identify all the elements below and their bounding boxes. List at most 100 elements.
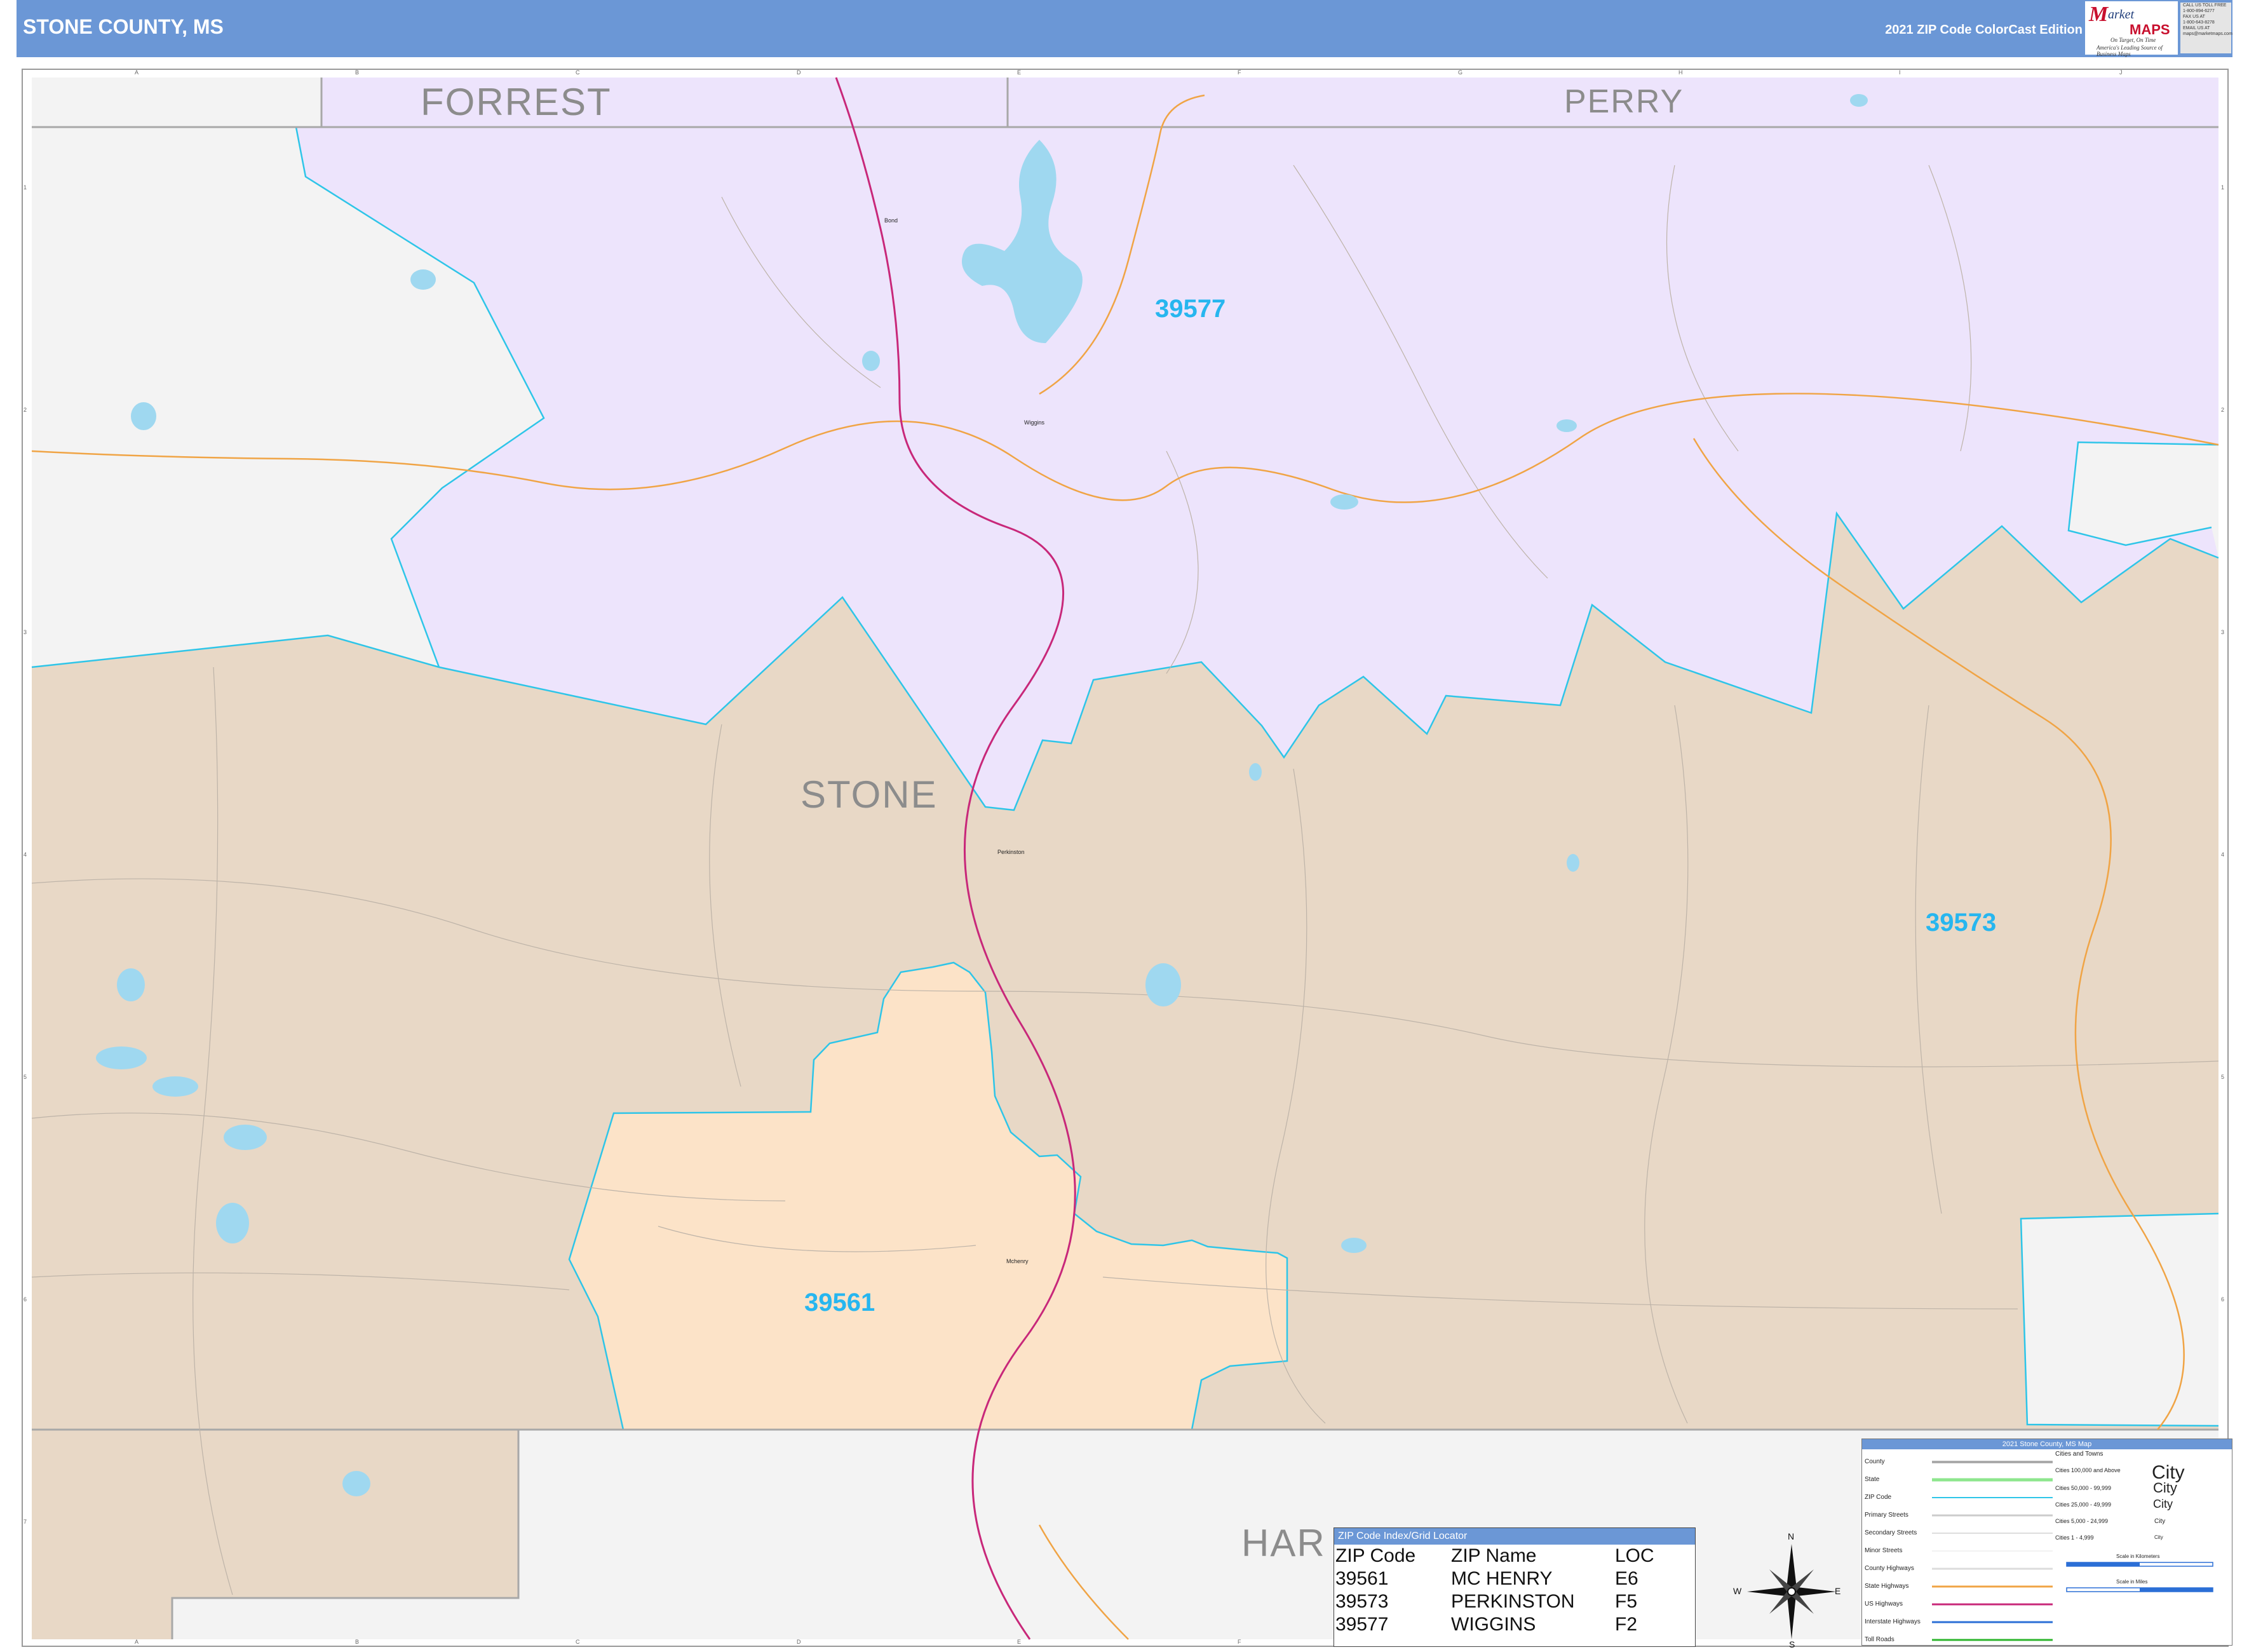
grid-letter: A xyxy=(135,69,139,76)
grid-letter: A xyxy=(135,1639,139,1645)
legend-title: 2021 Stone County, MS Map xyxy=(1862,1439,2232,1449)
table-cell: PERKINSTON xyxy=(1451,1591,1575,1612)
header-bar: STONE COUNTY, MS 2021 ZIP Code ColorCast… xyxy=(17,0,2232,57)
county-label-perry: PERRY xyxy=(1564,83,1684,120)
grid-number: 4 xyxy=(2221,851,2225,858)
contact-line: 1-800-643-8278 xyxy=(2183,20,2215,25)
compass-north: N xyxy=(1788,1531,1795,1541)
legend-city-class: Cities 1 - 4,999 xyxy=(2055,1534,2094,1541)
zip-label-39577: 39577 xyxy=(1155,295,1226,323)
grid-number: 5 xyxy=(2221,1074,2225,1080)
logo-tagline: On Target, On Time xyxy=(2110,37,2156,43)
edition-label: 2021 ZIP Code ColorCast Edition xyxy=(1885,23,2083,37)
legend-item: State Highways xyxy=(1865,1583,1909,1590)
table-cell: F5 xyxy=(1615,1591,1638,1612)
grid-letter: G xyxy=(1458,69,1463,76)
zip-index-grid: ZIP Code ZIP Name LOC 39561 MC HENRY E6 … xyxy=(1335,1545,1658,1636)
legend-cities-title: Cities and Towns xyxy=(2055,1451,2104,1458)
column-header: ZIP Name xyxy=(1451,1545,1537,1566)
column-header: ZIP Code xyxy=(1335,1545,1416,1566)
table-row: 39577 WIGGINS F2 xyxy=(1335,1613,1658,1636)
zip-label-39573: 39573 xyxy=(1926,909,1997,937)
legend-symbols xyxy=(1932,1461,2053,1641)
table-header-row: ZIP Code ZIP Name LOC xyxy=(1335,1545,1658,1567)
county-label-stone: STONE xyxy=(800,773,938,816)
map-frame: A B C D E F G H I J A B C D E F G H I J … xyxy=(22,69,2229,1647)
legend-item: Interstate Highways xyxy=(1865,1618,1921,1625)
grid-number: 5 xyxy=(24,1074,27,1080)
legend-item: Secondary Streets xyxy=(1865,1529,1917,1536)
logo-mark: M xyxy=(2089,3,2109,26)
column-header: LOC xyxy=(1615,1545,1654,1566)
compass-west: W xyxy=(1733,1586,1742,1596)
grid-number: 7 xyxy=(24,1519,27,1525)
town-label-mchenry: Mchenry xyxy=(1006,1258,1029,1264)
grid-number: 3 xyxy=(24,629,27,635)
map-canvas xyxy=(31,77,2219,1640)
county-label-forrest: FORREST xyxy=(421,81,612,123)
grid-letter: J xyxy=(2119,69,2123,76)
grid-letter: H xyxy=(1678,69,1683,76)
town-label-wiggins: Wiggins xyxy=(1024,419,1045,426)
legend-city-class: Cities 100,000 and Above xyxy=(2055,1467,2121,1473)
legend-item: US Highways xyxy=(1865,1601,1903,1608)
legend-scale-mi: Scale in Miles xyxy=(2116,1579,2148,1585)
grid-letter: B xyxy=(355,69,360,76)
county-label-harrison: HAR xyxy=(1241,1522,1326,1564)
logo-word-market: arket xyxy=(2108,8,2135,22)
contact-line: EMAIL US AT xyxy=(2183,26,2210,30)
contact-box: CALL US TOLL FREE 1-800-894-6277 FAX US … xyxy=(2180,3,2232,53)
grid-number: 2 xyxy=(24,407,27,413)
table-cell: WIGGINS xyxy=(1451,1614,1536,1635)
zip-index-table: ZIP Code Index/Grid Locator ZIP Code ZIP… xyxy=(1334,1527,1696,1647)
legend-scale-km: Scale in Kilometers xyxy=(2116,1554,2160,1559)
map-title: STONE COUNTY, MS xyxy=(23,15,224,38)
legend-item: Minor Streets xyxy=(1865,1547,1903,1554)
legend-city-sample: City xyxy=(2153,1498,2173,1510)
contact-line: FAX US AT xyxy=(2183,15,2205,19)
legend-item: ZIP Code xyxy=(1865,1494,1892,1501)
contact-line: maps@marketmaps.com xyxy=(2183,32,2232,36)
zip-index-title: ZIP Code Index/Grid Locator xyxy=(1334,1528,1695,1545)
legend-item: County Highways xyxy=(1865,1565,1914,1572)
grid-letter: F xyxy=(1238,69,1241,76)
grid-letter: B xyxy=(355,1639,360,1645)
table-cell: MC HENRY xyxy=(1451,1568,1553,1589)
legend-city-sample: City xyxy=(2153,1480,2177,1496)
grid-number: 6 xyxy=(2221,1296,2225,1303)
contact-line: CALL US TOLL FREE xyxy=(2183,3,2227,8)
legend-city-class: Cities 50,000 - 99,999 xyxy=(2055,1485,2112,1491)
legend-item: State xyxy=(1865,1476,1880,1483)
compass-south: S xyxy=(1789,1639,1795,1649)
table-row: 39573 PERKINSTON F5 xyxy=(1335,1590,1658,1613)
grid-letter: D xyxy=(797,69,801,76)
town-label-bond: Bond xyxy=(884,217,898,224)
market-maps-logo: M arket MAPS On Target, On Time America'… xyxy=(2085,1,2178,57)
grid-number: 1 xyxy=(2221,184,2225,191)
legend-item: County xyxy=(1865,1458,1885,1465)
zip-label-39561: 39561 xyxy=(804,1289,875,1317)
map-legend: 2021 Stone County, MS Map County State Z… xyxy=(1861,1439,2232,1646)
grid-letter: E xyxy=(1017,69,1022,76)
legend-city-sample: City xyxy=(2154,1518,2166,1525)
legend-city-class: Cities 25,000 - 49,999 xyxy=(2055,1501,2112,1508)
table-cell: 39561 xyxy=(1335,1568,1389,1589)
table-cell: F2 xyxy=(1615,1614,1638,1635)
table-row: 39561 MC HENRY E6 xyxy=(1335,1567,1658,1590)
table-cell: E6 xyxy=(1615,1568,1638,1589)
legend-city-sample: City xyxy=(2154,1534,2163,1540)
grid-number: 1 xyxy=(24,184,27,191)
legend-item: Toll Roads xyxy=(1865,1636,1894,1643)
logo-word-maps: MAPS xyxy=(2130,22,2170,37)
grid-number: 6 xyxy=(24,1296,27,1303)
table-cell: 39573 xyxy=(1335,1591,1389,1612)
compass-east: E xyxy=(1835,1586,1841,1596)
logo-tagline-2: America's Leading Source of Business Map… xyxy=(2097,44,2163,57)
grid-number: 4 xyxy=(24,851,27,858)
grid-letter: E xyxy=(1017,1639,1022,1645)
town-label-perkinston: Perkinston xyxy=(997,849,1025,855)
legend-item: Primary Streets xyxy=(1865,1512,1908,1519)
grid-number: 3 xyxy=(2221,629,2225,635)
grid-letter: I xyxy=(1899,69,1901,76)
grid-number: 2 xyxy=(2221,407,2225,413)
